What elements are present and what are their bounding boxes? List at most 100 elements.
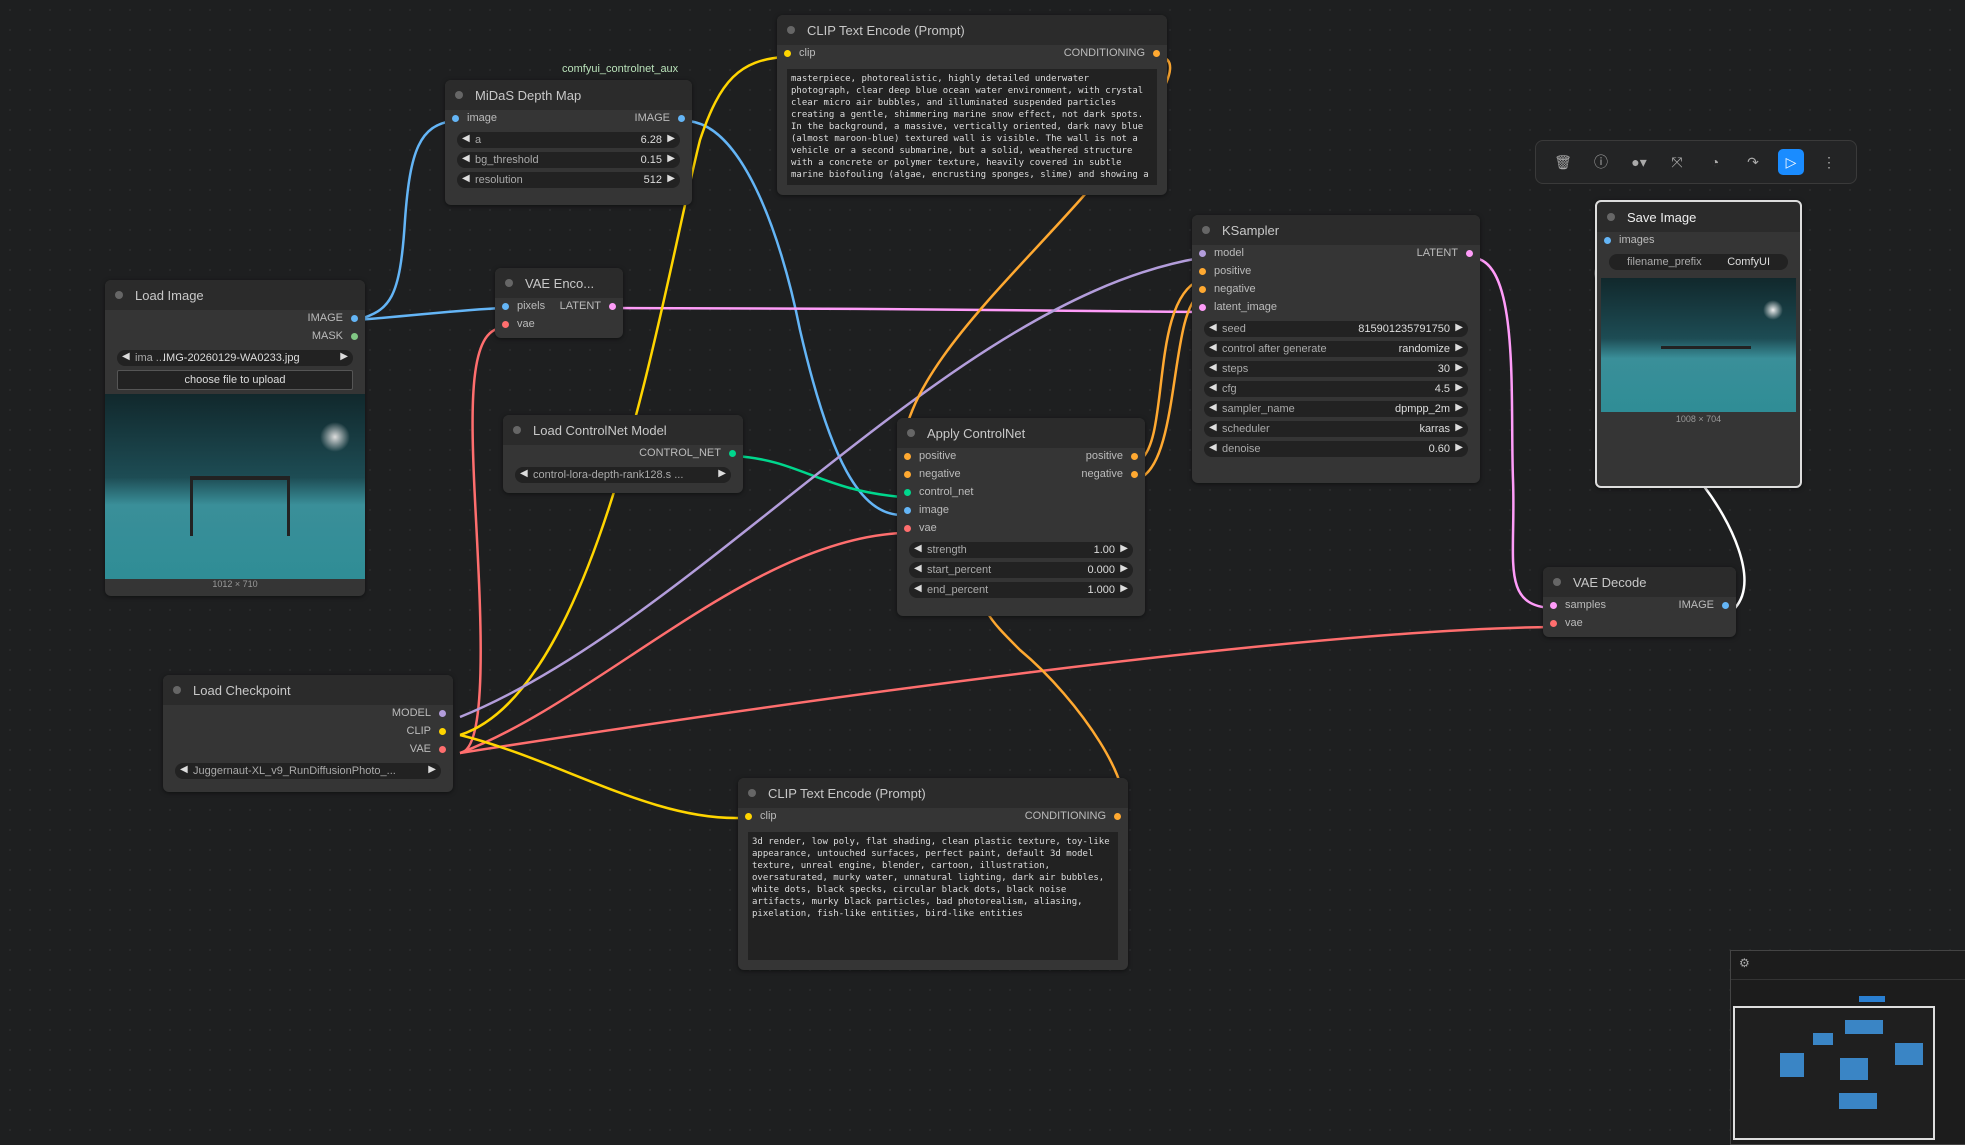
output-latent-label: LATENT <box>1416 247 1458 259</box>
node-title: Apply ControlNet <box>927 425 1026 441</box>
redo-icon[interactable]: ↷ <box>1740 149 1766 175</box>
output-image-label: IMAGE <box>634 112 670 124</box>
checkpoint-select[interactable]: ◀ Juggernaut-XL_v9_RunDiffusionPhoto_... ▶ <box>175 763 441 779</box>
color-picker-icon[interactable]: ●▾ <box>1626 149 1652 175</box>
clip-text-encode-positive-node[interactable]: CLIP Text Encode (Prompt) clip CONDITIONI… <box>777 15 1167 195</box>
cfg-widget[interactable]: ◀ cfg 4.5 ▶ <box>1204 381 1468 397</box>
play-icon[interactable]: ▷ <box>1778 149 1804 175</box>
seed-widget[interactable]: ◀ seed 815901235791750 ▶ <box>1204 321 1468 337</box>
input-positive-slot[interactable] <box>1199 268 1206 275</box>
output-image-slot[interactable] <box>678 115 685 122</box>
output-negative-slot[interactable] <box>1131 471 1138 478</box>
output-clip-slot[interactable] <box>439 728 446 735</box>
output-latent-slot[interactable] <box>609 303 616 310</box>
clip-text-encode-negative-node[interactable]: CLIP Text Encode (Prompt) clip CONDITIONI… <box>738 778 1128 970</box>
minimap-viewport[interactable] <box>1733 1006 1935 1140</box>
input-clip-slot[interactable] <box>784 50 791 57</box>
prompt-textarea[interactable]: masterpiece, photorealistic, highly deta… <box>787 69 1157 185</box>
collapse-dot[interactable] <box>115 291 123 299</box>
output-conditioning-slot[interactable] <box>1114 813 1121 820</box>
prompt-textarea[interactable]: 3d render, low poly, flat shading, clean… <box>748 832 1118 960</box>
input-vae-label: vae <box>919 522 937 534</box>
output-controlnet-slot[interactable] <box>729 450 736 457</box>
steps-widget[interactable]: ◀ steps 30 ▶ <box>1204 361 1468 377</box>
output-mask-slot[interactable] <box>351 333 358 340</box>
input-latent-slot[interactable] <box>1199 304 1206 311</box>
output-positive-label: positive <box>1085 450 1123 462</box>
info-icon[interactable]: ⓘ <box>1588 149 1614 175</box>
image-dims: 1012 × 710 <box>212 579 258 589</box>
denoise-widget[interactable]: ◀ denoise 0.60 ▶ <box>1204 441 1468 457</box>
node-title: VAE Decode <box>1573 574 1647 590</box>
frame-icon[interactable]: ⤧ <box>1664 149 1690 175</box>
input-positive-slot[interactable] <box>904 453 911 460</box>
input-clip-slot[interactable] <box>745 813 752 820</box>
start-percent-widget[interactable]: ◀ start_percent 0.000 ▶ <box>909 562 1133 578</box>
input-vae-slot[interactable] <box>1550 620 1557 627</box>
input-samples-slot[interactable] <box>1550 602 1557 609</box>
save-image-node[interactable]: Save Image images filename_prefix ComfyUI… <box>1595 200 1802 488</box>
output-mask-label: MASK <box>311 330 343 342</box>
load-image-node[interactable]: Load Image IMAGE MASK ◀ ima ... IMG-202601… <box>105 280 365 596</box>
control-after-generate-widget[interactable]: ◀ control after generate randomize ▶ <box>1204 341 1468 357</box>
input-negative-label: negative <box>1214 283 1256 295</box>
output-vae-label: VAE <box>409 743 431 755</box>
input-negative-slot[interactable] <box>1199 286 1206 293</box>
input-controlnet-label: control_net <box>919 486 974 498</box>
input-images-slot[interactable] <box>1604 237 1611 244</box>
input-image-label: image <box>467 112 497 124</box>
controlnet-select[interactable]: ◀ control-lora-depth-rank128.s ... ▶ <box>515 467 731 483</box>
input-vae-slot[interactable] <box>502 321 509 328</box>
more-icon[interactable]: ⋮ <box>1816 149 1842 175</box>
output-image-slot[interactable] <box>351 315 358 322</box>
load-controlnet-node[interactable]: Load ControlNet Model CONTROL_NET ◀ contr… <box>503 415 743 493</box>
settings-icon[interactable]: ⚙ <box>1739 956 1750 970</box>
input-samples-label: samples <box>1565 599 1606 611</box>
filename-prefix-widget[interactable]: filename_prefix ComfyUI <box>1609 254 1788 270</box>
input-clip-label: clip <box>799 47 816 59</box>
node-title: KSampler <box>1222 222 1280 238</box>
input-model-slot[interactable] <box>1199 250 1206 257</box>
vae-decode-node[interactable]: VAE Decode samples IMAGE vae <box>1543 567 1736 637</box>
minimap[interactable]: ⚙ <box>1730 950 1965 1145</box>
node-title: Load Checkpoint <box>193 682 291 698</box>
bg-threshold-widget[interactable]: ◀ bg_threshold 0.15 ▶ <box>457 152 680 168</box>
input-image-slot[interactable] <box>452 115 459 122</box>
sampler-name-widget[interactable]: ◀ sampler_name dpmpp_2m ▶ <box>1204 401 1468 417</box>
output-conditioning-slot[interactable] <box>1153 50 1160 57</box>
scheduler-widget[interactable]: ◀ scheduler karras ▶ <box>1204 421 1468 437</box>
load-checkpoint-node[interactable]: Load Checkpoint MODEL CLIP VAE ◀ Juggerna… <box>163 675 453 792</box>
input-pixels-label: pixels <box>517 300 546 312</box>
trash-icon[interactable]: 🗑 <box>1550 149 1576 175</box>
apply-controlnet-node[interactable]: Apply ControlNet positive positive negati… <box>897 418 1145 616</box>
vae-encode-node[interactable]: VAE Enco... pixels LATENT vae <box>495 268 623 338</box>
input-vae-slot[interactable] <box>904 525 911 532</box>
output-conditioning-label: CONDITIONING <box>1024 810 1106 822</box>
input-image-slot[interactable] <box>904 507 911 514</box>
bypass-icon[interactable]: ◔ <box>1702 149 1728 175</box>
output-conditioning-label: CONDITIONING <box>1063 47 1145 59</box>
input-controlnet-slot[interactable] <box>904 489 911 496</box>
node-title: Load Image <box>135 287 204 303</box>
output-vae-slot[interactable] <box>439 746 446 753</box>
input-pixels-slot[interactable] <box>502 303 509 310</box>
image-select[interactable]: ◀ ima ... IMG-20260129-WA0233.jpg ▶ <box>117 350 353 366</box>
output-positive-slot[interactable] <box>1131 453 1138 460</box>
output-latent-slot[interactable] <box>1466 250 1473 257</box>
end-percent-widget[interactable]: ◀ end_percent 1.000 ▶ <box>909 582 1133 598</box>
a-widget[interactable]: ◀ a 6.28 ▶ <box>457 132 680 148</box>
output-latent-label: LATENT <box>559 300 601 312</box>
midas-node[interactable]: MiDaS Depth Map image IMAGE ◀ a 6.28 ▶ ◀ bg_t… <box>445 80 692 205</box>
ksampler-node[interactable]: KSampler model LATENT positive negative l… <box>1192 215 1480 483</box>
input-negative-label: negative <box>919 468 961 480</box>
node-title: MiDaS Depth Map <box>475 87 582 103</box>
preview-image <box>105 394 365 579</box>
input-clip-label: clip <box>760 810 777 822</box>
output-image-slot[interactable] <box>1722 602 1729 609</box>
resolution-widget[interactable]: ◀ resolution 512 ▶ <box>457 172 680 188</box>
node-title: Save Image <box>1627 209 1697 225</box>
output-model-slot[interactable] <box>439 710 446 717</box>
strength-widget[interactable]: ◀ strength 1.00 ▶ <box>909 542 1133 558</box>
input-negative-slot[interactable] <box>904 471 911 478</box>
upload-button[interactable]: choose file to upload <box>117 370 353 390</box>
